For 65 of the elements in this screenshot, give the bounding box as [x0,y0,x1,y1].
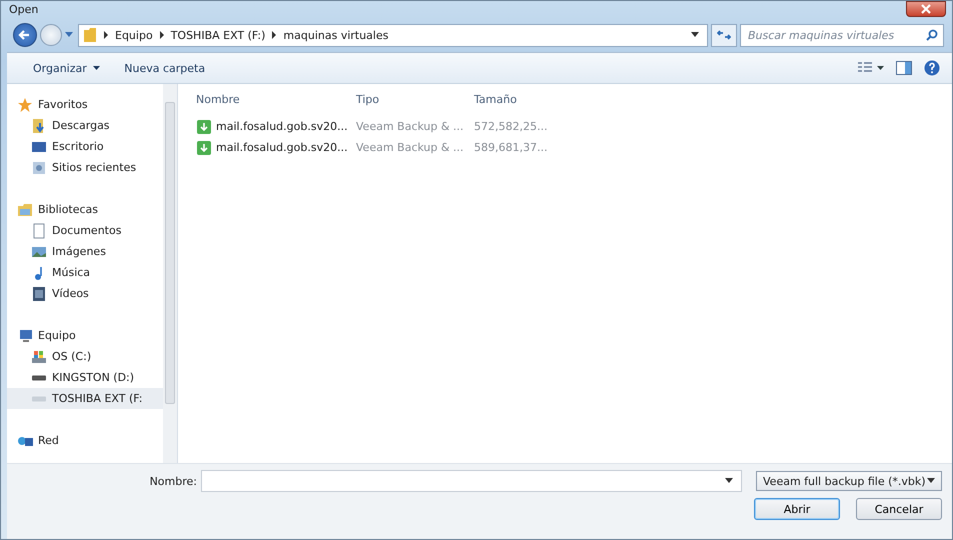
column-header[interactable]: Tamaño [474,92,584,106]
table-cell-text: Veeam Backup & ... [356,141,465,154]
nav-item[interactable]: Descargas [7,115,163,136]
film-icon [31,286,47,302]
view-menu-icon[interactable] [858,62,884,74]
library-icon [17,202,33,218]
back-button[interactable] [13,23,37,47]
dropdown-icon [725,478,733,484]
column-header[interactable]: Nombre [196,92,356,106]
chevron-icon [158,31,165,39]
nav-item[interactable]: Imágenes [7,241,163,262]
cancel-button[interactable]: Cancelar [856,498,942,520]
backup-file-icon [196,118,212,134]
help-icon[interactable] [924,60,940,76]
nav-item[interactable]: Equipo [7,325,163,346]
nav-item[interactable]: Escritorio [7,136,163,157]
close-icon [920,4,932,14]
field-label: Nombre: [148,474,197,488]
drive-icon [31,396,47,402]
preview-pane-icon[interactable] [896,61,912,75]
dropdown-icon[interactable] [691,32,699,38]
backup-file-icon [196,140,212,156]
search-field[interactable]: Buscar maquinas virtuales [740,24,944,46]
nav-item[interactable]: Favoritos [7,94,163,115]
file-name[interactable]: mail.fosalud.gob.sv20... [196,140,356,156]
drive-icon [31,348,47,364]
nav-item[interactable]: Bibliotecas [7,199,163,220]
organize-menu[interactable]: Organizar [27,60,106,76]
nav-item[interactable]: TOSHIBA EXT (F: [7,388,163,409]
search-icon [926,29,938,41]
address-bar[interactable]: Equipo TOSHIBA EXT (F:) maquinas virtuales [78,24,708,46]
table-cell-text: 589,681,37... [474,141,548,154]
open-button[interactable]: Abrir [754,498,840,520]
chevron-icon [271,31,278,39]
column-header[interactable]: Tipo [356,92,474,106]
new-folder-button[interactable]: Nueva carpeta [118,60,212,76]
back-arrow-icon [18,28,32,42]
nav-item[interactable]: Documentos [7,220,163,241]
recent-places-icon [31,160,47,176]
breadcrumb[interactable]: maquinas virtuales [283,28,388,42]
caret-icon [93,66,100,71]
refresh-button[interactable] [711,24,737,46]
table-cell-text: Veeam Backup & ... [356,120,465,133]
table-cell-text: 572,582,25... [474,120,548,133]
file-type-dropdown[interactable]: Veeam full backup file (*.vbk) [756,471,942,491]
document-icon [31,222,47,238]
folder-icon [83,27,97,43]
close-button[interactable] [906,1,946,17]
nav-item[interactable]: KINGSTON (D:) [7,367,163,388]
drive-icon [31,374,47,380]
history-dropdown-icon[interactable] [65,32,73,38]
window-title: Open [9,3,38,16]
nav-item[interactable]: OS (C:) [7,346,163,367]
nav-item[interactable]: Vídeos [7,283,163,304]
file-name[interactable]: mail.fosalud.gob.sv20... [196,118,356,134]
nav-item[interactable]: Sitios recientes [7,157,163,178]
breadcrumb[interactable]: Equipo [115,28,153,42]
nav-item[interactable]: Red [7,430,163,451]
computer-icon [17,328,33,344]
nav-item[interactable]: Música [7,262,163,283]
refresh-icon [717,29,731,41]
star-icon [17,96,33,112]
breadcrumb[interactable]: TOSHIBA EXT (F:) [170,28,266,42]
dropdown-icon [927,478,935,484]
chevron-icon [103,31,109,39]
